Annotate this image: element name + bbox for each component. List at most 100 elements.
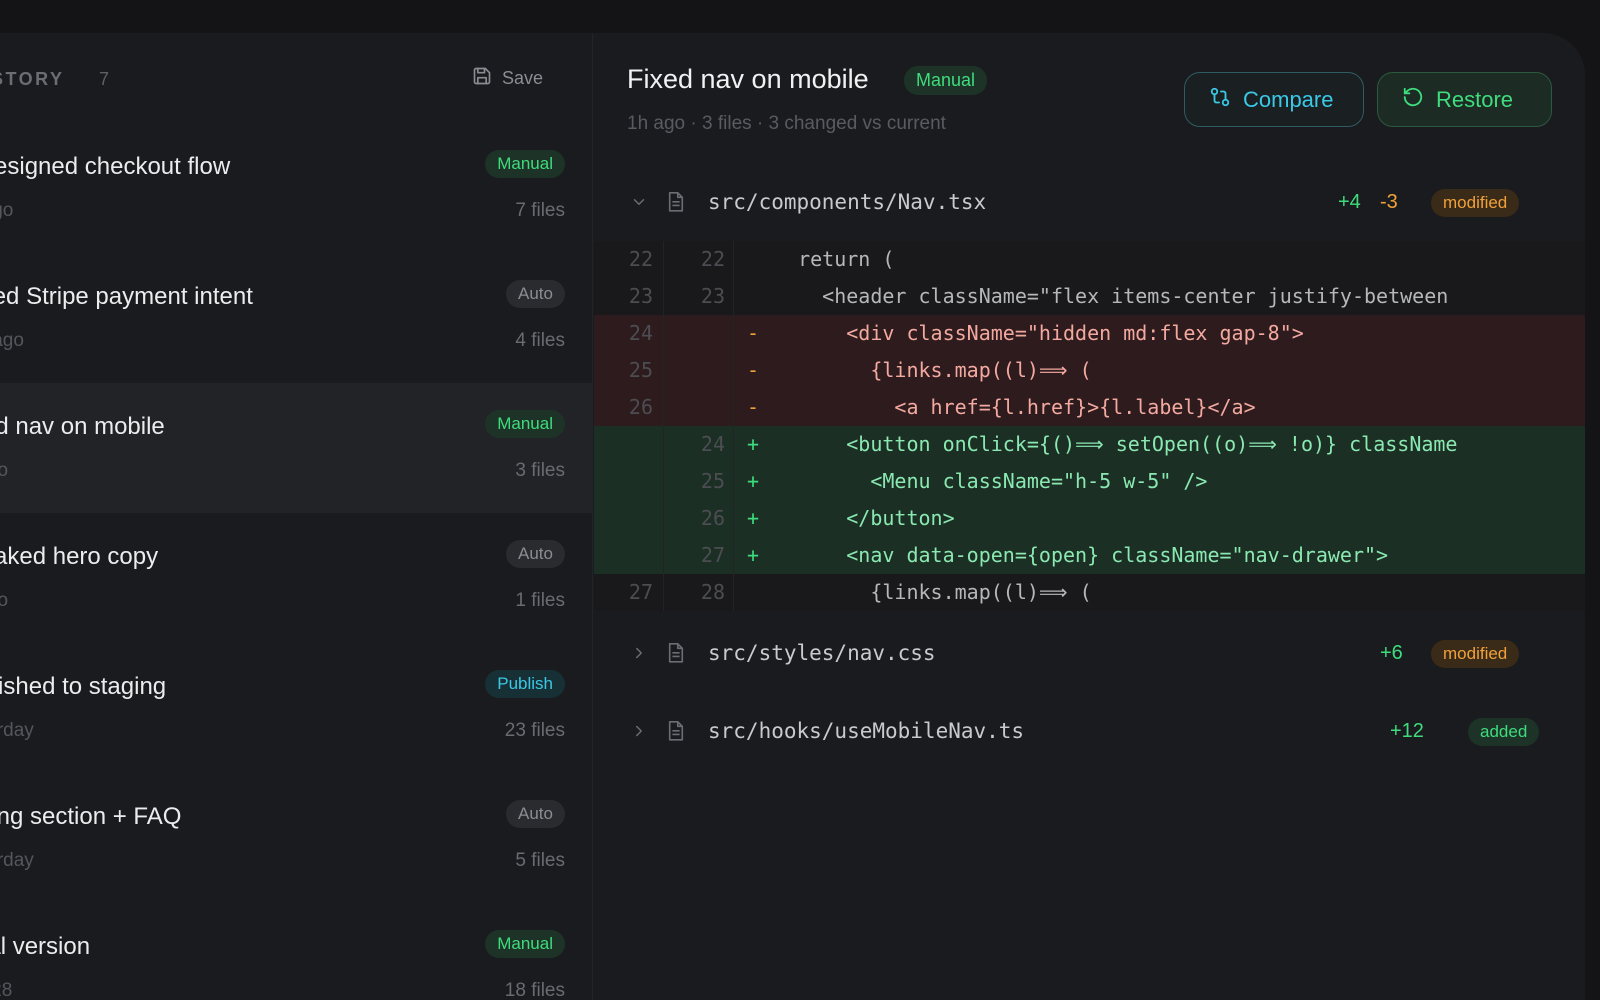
new-line-number: 22 xyxy=(664,241,734,278)
history-item-time: 2h ago xyxy=(0,590,9,611)
diff-code: {links.map((l)⟹ ( xyxy=(774,358,1092,382)
new-line-number xyxy=(664,315,734,352)
diff-sign: - xyxy=(747,395,760,419)
file-additions: +4 xyxy=(1338,191,1361,213)
diff-sign xyxy=(747,574,767,611)
old-line-number xyxy=(594,500,664,537)
history-title: HISTORY xyxy=(0,69,65,89)
history-item-badge: Auto xyxy=(506,800,565,828)
history-item-time: Yesterday xyxy=(0,720,34,741)
diff-line-added: 26 + </button> xyxy=(594,500,1585,537)
chevron-down-icon[interactable] xyxy=(630,193,648,211)
compare-label: Compare xyxy=(1243,86,1334,112)
new-line-number: 25 xyxy=(664,463,734,500)
diff-line: 22 22 return ( xyxy=(594,241,1585,278)
history-item-badge: Auto xyxy=(506,540,565,568)
diff-code: <div className="hidden md:flex gap-8"> xyxy=(774,321,1304,345)
file-row[interactable]: src/styles/nav.css +6 modified xyxy=(594,629,1585,679)
diff-sign: + xyxy=(747,469,760,493)
old-line-number: 25 xyxy=(594,352,664,389)
diff-line-added: 24 + <button onClick={()⟹ setOpen((o)⟹ !… xyxy=(594,426,1585,463)
new-line-number: 23 xyxy=(664,278,734,315)
history-item[interactable]: Published to staging Yesterday Publish 2… xyxy=(0,643,593,773)
diff-sign: - xyxy=(747,358,760,382)
file-row[interactable]: src/components/Nav.tsx +4 -3 modified xyxy=(594,178,1585,228)
diff-sign: - xyxy=(747,321,760,345)
history-item-files: 18 files xyxy=(504,980,565,1000)
file-icon xyxy=(667,720,685,742)
history-sidebar: HISTORY 7 Save Redesigned checkout flow … xyxy=(0,33,593,1000)
save-button[interactable]: Save xyxy=(472,66,543,91)
chevron-right-icon[interactable] xyxy=(630,644,648,662)
diff-line-added: 27 + <nav data-open={open} className="na… xyxy=(594,537,1585,574)
diff-line-removed: 24 - <div className="hidden md:flex gap-… xyxy=(594,315,1585,352)
app-panel: HISTORY 7 Save Redesigned checkout flow … xyxy=(0,33,1585,1000)
diff-code: <a href={l.href}>{l.label}</a> xyxy=(774,395,1256,419)
diff-sign: + xyxy=(747,432,760,456)
restore-label: Restore xyxy=(1436,86,1514,112)
history-item-title: Tweaked hero copy xyxy=(0,543,159,570)
history-item-title: Fixed nav on mobile xyxy=(0,413,165,440)
history-item-files: 5 files xyxy=(515,850,565,871)
history-item-badge: Auto xyxy=(506,280,565,308)
history-item-badge: Manual xyxy=(485,150,565,178)
history-item[interactable]: Initial version May 28 Manual 18 files xyxy=(0,903,593,1000)
history-item-files: 3 files xyxy=(515,460,565,481)
old-line-number: 22 xyxy=(594,241,664,278)
diff-sign: + xyxy=(747,543,760,567)
history-item-time: 1h ago xyxy=(0,460,9,481)
history-item-time: 2m ago xyxy=(0,200,14,221)
history-item[interactable]: Tweaked hero copy 2h ago Auto 1 files xyxy=(0,513,593,643)
history-item-title: Pricing section + FAQ xyxy=(0,803,182,830)
chevron-right-icon[interactable] xyxy=(630,722,648,740)
diff-line-removed: 25 - {links.map((l)⟹ ( xyxy=(594,352,1585,389)
diff-code: return ( xyxy=(774,247,895,271)
diff-line: 27 28 {links.map((l)⟹ ( xyxy=(594,574,1585,611)
file-status-badge: added xyxy=(1468,718,1540,746)
old-line-number: 27 xyxy=(594,574,664,611)
history-item-selected[interactable]: Fixed nav on mobile 1h ago Manual 3 file… xyxy=(0,383,593,513)
diff-sign xyxy=(747,278,767,315)
history-item-time: Yesterday xyxy=(0,850,34,871)
restore-icon xyxy=(1402,86,1424,114)
restore-button[interactable]: Restore xyxy=(1377,72,1552,127)
file-name: src/components/Nav.tsx xyxy=(708,190,987,214)
diff-line: 23 23 <header className="flex items-cent… xyxy=(594,278,1585,315)
diff-code: {links.map((l)⟹ ( xyxy=(774,580,1092,604)
file-name: src/hooks/useMobileNav.ts xyxy=(708,719,1025,743)
diff-code: <header className="flex items-center jus… xyxy=(774,284,1449,308)
history-item-time: May 28 xyxy=(0,980,13,1000)
history-item-files: 1 files xyxy=(515,590,565,611)
file-additions: +12 xyxy=(1390,720,1424,742)
history-item-time: 24m ago xyxy=(0,330,24,351)
history-item-badge: Manual xyxy=(485,410,565,438)
diff-view: 22 22 return ( 23 23 <header className="… xyxy=(594,241,1585,611)
history-item-files: 7 files xyxy=(515,200,565,221)
history-item-title: Published to staging xyxy=(0,673,167,700)
diff-sign: + xyxy=(747,506,760,530)
old-line-number: 23 xyxy=(594,278,664,315)
version-title: Fixed nav on mobile xyxy=(627,64,869,94)
compare-button[interactable]: Compare xyxy=(1184,72,1364,127)
new-line-number: 26 xyxy=(664,500,734,537)
file-status-badge: modified xyxy=(1431,640,1520,668)
history-item-badge: Publish xyxy=(485,670,565,698)
version-badge: Manual xyxy=(904,66,988,95)
old-line-number: 26 xyxy=(594,389,664,426)
history-item-title: Redesigned checkout flow xyxy=(0,153,231,180)
file-deletions: -3 xyxy=(1380,191,1398,213)
new-line-number xyxy=(664,389,734,426)
version-subtitle: 1h ago · 3 files · 3 changed vs current xyxy=(627,113,946,134)
history-list: Redesigned checkout flow 2m ago Manual 7… xyxy=(0,123,593,1000)
history-item[interactable]: Added Stripe payment intent 24m ago Auto… xyxy=(0,253,593,383)
old-line-number xyxy=(594,537,664,574)
diff-code: <nav data-open={open} className="nav-dra… xyxy=(774,543,1389,567)
history-item[interactable]: Pricing section + FAQ Yesterday Auto 5 f… xyxy=(0,773,593,903)
history-item-files: 23 files xyxy=(504,720,565,741)
history-item-files: 4 files xyxy=(515,330,565,351)
history-item[interactable]: Redesigned checkout flow 2m ago Manual 7… xyxy=(0,123,593,253)
history-item-title: Initial version xyxy=(0,933,91,960)
diff-line-removed: 26 - <a href={l.href}>{l.label}</a> xyxy=(594,389,1585,426)
old-line-number xyxy=(594,426,664,463)
file-row[interactable]: src/hooks/useMobileNav.ts +12 added xyxy=(594,707,1585,757)
